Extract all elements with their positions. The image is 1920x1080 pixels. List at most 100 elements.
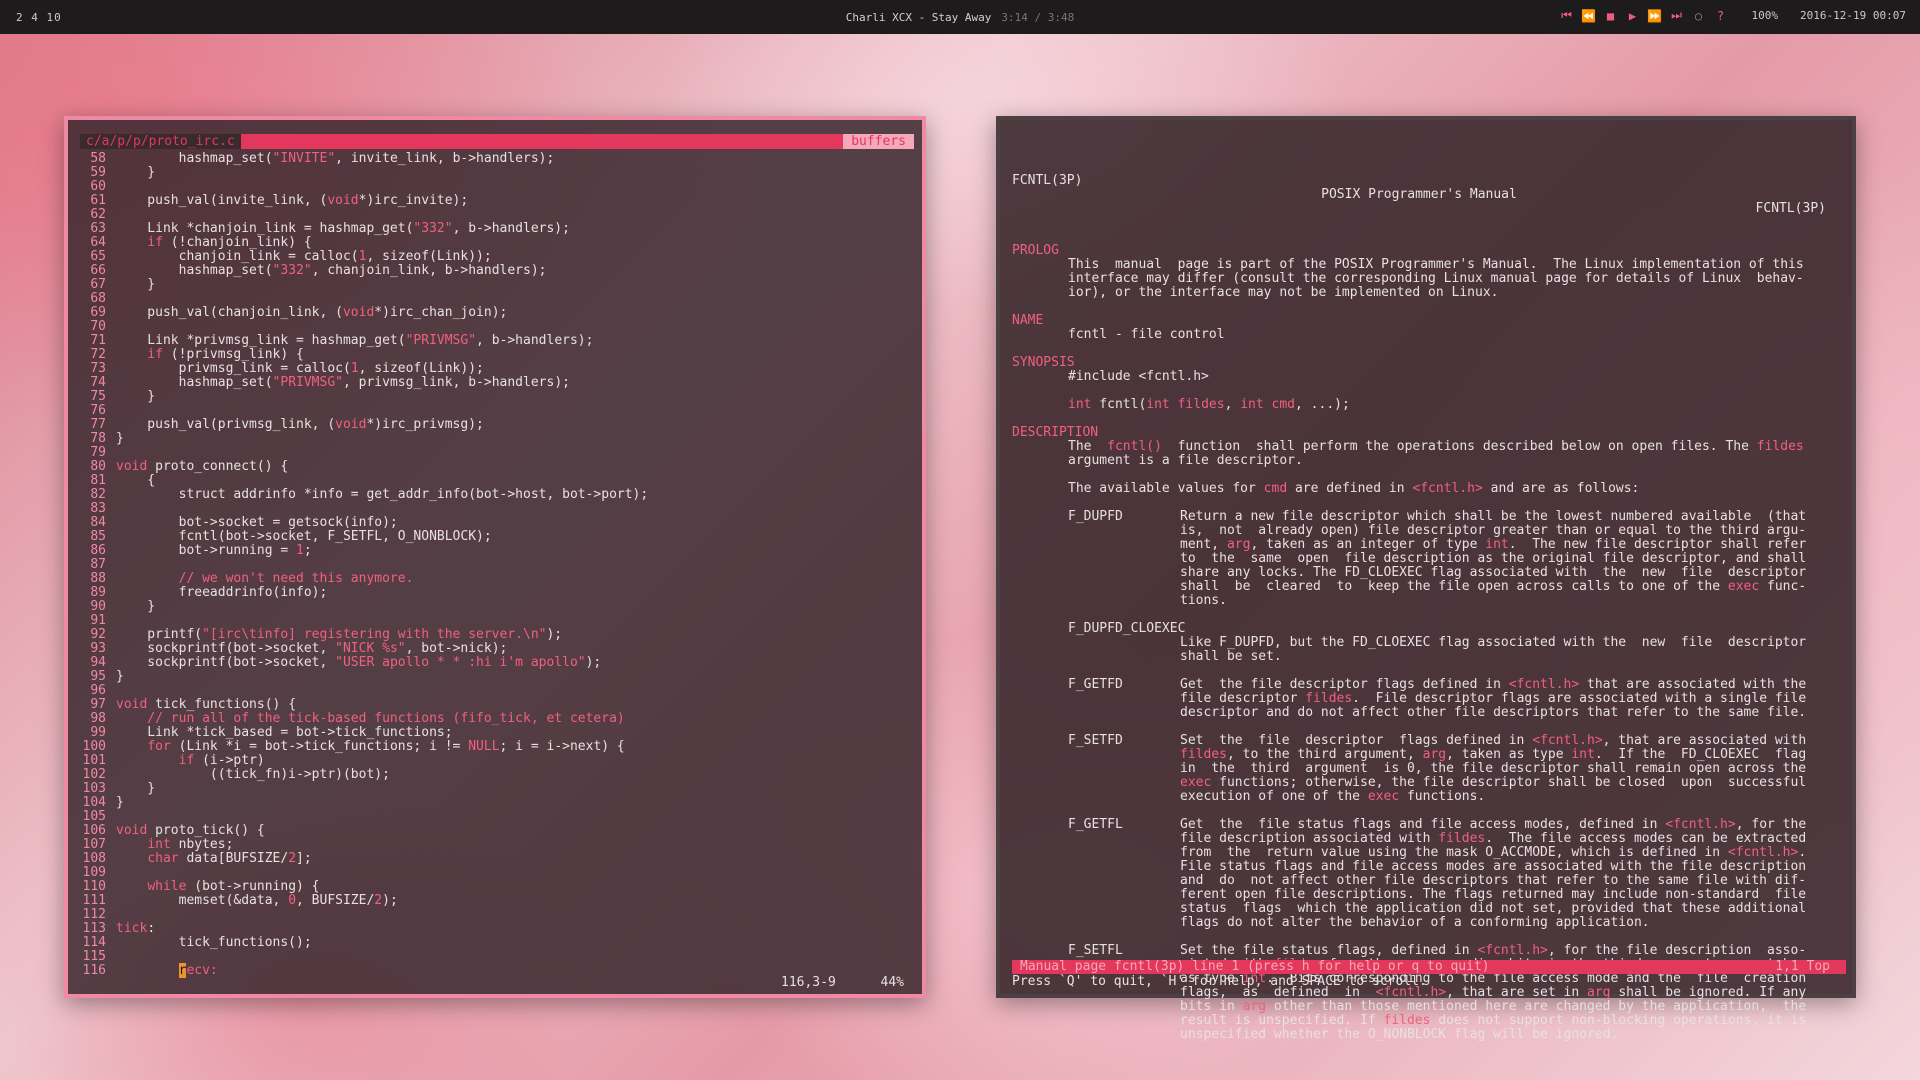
code-line[interactable]: 105 [80, 810, 914, 824]
line-text: tick: [116, 921, 156, 936]
man-section-heading: PROLOG [1012, 243, 1059, 258]
code-line[interactable]: 58 hashmap_set("INVITE", invite_link, b-… [80, 152, 914, 166]
man-text-line: shall be cleared to keep the file open a… [1180, 579, 1807, 594]
code-line[interactable]: 114 tick_functions(); [80, 936, 914, 950]
code-area[interactable]: 58 hashmap_set("INVITE", invite_link, b-… [80, 152, 914, 978]
code-line[interactable]: 95} [80, 670, 914, 684]
code-line[interactable]: 108 char data[BUFSIZE/2]; [80, 852, 914, 866]
code-line[interactable]: 113 tick: [80, 922, 914, 936]
code-line[interactable]: 82 struct addrinfo *info = get_addr_info… [80, 488, 914, 502]
man-header-left: FCNTL(3P) [1012, 173, 1083, 188]
code-line[interactable]: 115 [80, 950, 914, 964]
code-line[interactable]: 71 Link *privmsg_link = hashmap_get("PRI… [80, 334, 914, 348]
code-line[interactable]: 100 for (Link *i = bot->tick_functions; … [80, 740, 914, 754]
man-text-line: Like F_DUPFD, but the FD_CLOEXEC flag as… [1180, 635, 1807, 650]
volume-level[interactable]: 100% [1752, 9, 1779, 22]
code-line[interactable]: 83 [80, 502, 914, 516]
code-line[interactable]: 112 [80, 908, 914, 922]
code-line[interactable]: 61 push_val(invite_link, (void*)irc_invi… [80, 194, 914, 208]
line-number: 103 [82, 781, 106, 796]
track-time: 3:14 / 3:48 [1001, 11, 1075, 24]
code-line[interactable]: 99 Link *tick_based = bot->tick_function… [80, 726, 914, 740]
line-number: 79 [90, 445, 106, 460]
code-line[interactable]: 86 bot->running = 1; [80, 544, 914, 558]
code-line[interactable]: 103 } [80, 782, 914, 796]
code-line[interactable]: 81 { [80, 474, 914, 488]
code-line[interactable]: 97 void tick_functions() { [80, 698, 914, 712]
code-line[interactable]: 91 [80, 614, 914, 628]
vim-editor-window[interactable]: c/a/p/p/proto_irc.c buffers 58 hashmap_s… [64, 116, 926, 998]
stop-icon[interactable]: ■ [1602, 9, 1620, 23]
code-line[interactable]: 65 chanjoin_link = calloc(1, sizeof(Link… [80, 250, 914, 264]
code-line[interactable]: 85 fcntl(bot->socket, F_SETFL, O_NONBLOC… [80, 530, 914, 544]
code-line[interactable]: 73 privmsg_link = calloc(1, sizeof(Link)… [80, 362, 914, 376]
code-line[interactable]: 84 bot->socket = getsock(info); [80, 516, 914, 530]
line-number: 95 [90, 669, 106, 684]
buffers-tab[interactable]: buffers [843, 134, 914, 149]
code-line[interactable]: 59 } [80, 166, 914, 180]
next-icon[interactable]: ⏩ [1646, 9, 1664, 23]
line-text: sockprintf(bot->socket, "NICK %s", bot->… [116, 641, 508, 656]
play-icon[interactable]: ▶ [1624, 9, 1642, 23]
code-line[interactable]: 67 } [80, 278, 914, 292]
code-line[interactable]: 62 [80, 208, 914, 222]
man-text-line: fildes, to the third argument, arg, take… [1180, 747, 1807, 762]
code-line[interactable]: 107 int nbytes; [80, 838, 914, 852]
line-number: 66 [90, 263, 106, 278]
first-icon[interactable]: ⏮ [1558, 8, 1576, 23]
code-line[interactable]: 69 push_val(chanjoin_link, (void*)irc_ch… [80, 306, 914, 320]
code-line[interactable]: 96 [80, 684, 914, 698]
line-number: 92 [90, 627, 106, 642]
code-line[interactable]: 87 [80, 558, 914, 572]
code-line[interactable]: 70 [80, 320, 914, 334]
man-page-window[interactable]: FCNTL(3P) POSIX Programmer's Manual FCNT… [996, 116, 1856, 1042]
line-text: void proto_connect() { [116, 459, 289, 474]
man-content[interactable]: FCNTL(3P) POSIX Programmer's Manual FCNT… [1012, 132, 1826, 1042]
line-text: chanjoin_link = calloc(1, sizeof(Link)); [116, 249, 492, 264]
line-number: 83 [90, 501, 106, 516]
code-line[interactable]: 88 // we won't need this anymore. [80, 572, 914, 586]
repeat-icon[interactable]: ○ [1690, 9, 1708, 23]
code-line[interactable]: 94 sockprintf(bot->socket, "USER apollo … [80, 656, 914, 670]
code-line[interactable]: 93 sockprintf(bot->socket, "NICK %s", bo… [80, 642, 914, 656]
file-tab[interactable]: c/a/p/p/proto_irc.c [80, 134, 241, 149]
line-text: bot->socket = getsock(info); [116, 515, 398, 530]
code-line[interactable]: 89 freeaddrinfo(info); [80, 586, 914, 600]
code-line[interactable]: 79 [80, 446, 914, 460]
code-line[interactable]: 78} [80, 432, 914, 446]
prev-icon[interactable]: ⏪ [1580, 9, 1598, 23]
code-line[interactable]: 68 [80, 292, 914, 306]
code-line[interactable]: 66 hashmap_set("332", chanjoin_link, b->… [80, 264, 914, 278]
code-line[interactable]: 102 ((tick_fn)i->ptr)(bot); [80, 768, 914, 782]
code-line[interactable]: 110 while (bot->running) { [80, 880, 914, 894]
line-number: 96 [90, 683, 106, 698]
code-line[interactable]: 106 void proto_tick() { [80, 824, 914, 838]
line-text: push_val(invite_link, (void*)irc_invite)… [116, 193, 469, 208]
man-text-line: to the same open file description as the… [1180, 551, 1807, 566]
help-icon[interactable]: ? [1712, 9, 1730, 23]
workspace-indicator[interactable]: 2 4 10 [16, 11, 62, 24]
code-line[interactable]: 72 if (!privmsg_link) { [80, 348, 914, 362]
code-line[interactable]: 74 hashmap_set("PRIVMSG", privmsg_link, … [80, 376, 914, 390]
code-line[interactable]: 75 } [80, 390, 914, 404]
line-number: 62 [90, 207, 106, 222]
code-line[interactable]: 98 // run all of the tick-based function… [80, 712, 914, 726]
code-line[interactable]: 92 printf("[irc\tinfo] registering with … [80, 628, 914, 642]
line-number: 88 [90, 571, 106, 586]
line-number: 80 [90, 459, 106, 474]
line-number: 58 [90, 151, 106, 166]
code-line[interactable]: 104} [80, 796, 914, 810]
last-icon[interactable]: ⏭ [1668, 8, 1686, 23]
code-line[interactable]: 60 [80, 180, 914, 194]
code-line[interactable]: 63 Link *chanjoin_link = hashmap_get("33… [80, 222, 914, 236]
code-line[interactable]: 80 void proto_connect() { [80, 460, 914, 474]
man-text-line: execution of one of the exec functions. [1180, 789, 1486, 804]
code-line[interactable]: 90 } [80, 600, 914, 614]
code-line[interactable]: 76 [80, 404, 914, 418]
code-line[interactable]: 64 if (!chanjoin_link) { [80, 236, 914, 250]
code-line[interactable]: 77 push_val(privmsg_link, (void*)irc_pri… [80, 418, 914, 432]
man-blank-line [1012, 342, 1826, 356]
code-line[interactable]: 101 if (i->ptr) [80, 754, 914, 768]
code-line[interactable]: 109 [80, 866, 914, 880]
code-line[interactable]: 111 memset(&data, 0, BUFSIZE/2); [80, 894, 914, 908]
